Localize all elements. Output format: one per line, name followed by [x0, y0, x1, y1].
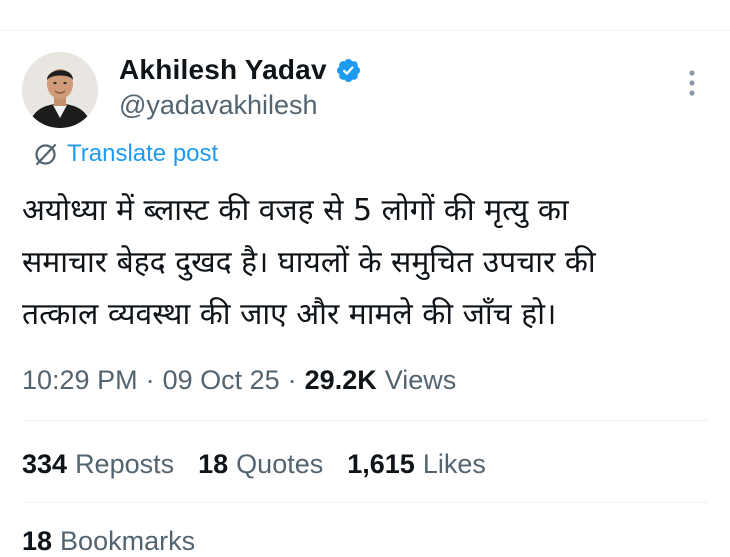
divider	[22, 502, 708, 503]
likes-count: 1,615	[347, 448, 415, 479]
meta-separator: ·	[145, 364, 155, 395]
reposts-label: Reposts	[75, 448, 175, 479]
profile-photo-icon	[22, 52, 98, 128]
divider	[22, 420, 708, 421]
views-count: 29.2K	[304, 364, 377, 395]
tweet-text-line: अयोध्या में ब्लास्ट की वजह से 5 लोगों की…	[22, 193, 569, 228]
reposts-stat[interactable]: 334 Reposts	[22, 449, 174, 480]
author-display-name[interactable]: Akhilesh Yadav	[119, 54, 327, 86]
reposts-count: 334	[22, 448, 68, 479]
verified-badge-icon	[336, 58, 360, 82]
avatar[interactable]	[22, 52, 98, 128]
likes-label: Likes	[422, 448, 486, 479]
tweet-text-line: तत्काल व्यवस्था की जाए और मामले की जाँच …	[22, 297, 557, 332]
tweet-date[interactable]: 09 Oct 25	[163, 365, 280, 396]
top-divider	[0, 30, 730, 31]
meta-separator: ·	[287, 364, 297, 395]
quotes-count: 18	[198, 448, 229, 479]
tweet-text-line: समाचार बेहद दुखद है। घायलों के समुचित उप…	[22, 245, 596, 280]
tweet-text: अयोध्या में ब्लास्ट की वजह से 5 लोगों की…	[22, 185, 712, 341]
bookmarks-count: 18	[22, 526, 53, 556]
author-name-row[interactable]: Akhilesh Yadav	[119, 52, 362, 88]
translate-post-label: Translate post	[67, 140, 219, 167]
quotes-stat[interactable]: 18 Quotes	[198, 449, 323, 480]
tweet-time[interactable]: 10:29 PM	[22, 365, 138, 396]
more-vertical-icon[interactable]	[684, 68, 700, 98]
likes-stat[interactable]: 1,615 Likes	[347, 449, 486, 480]
bookmarks-stat[interactable]: 18 Bookmarks	[22, 526, 195, 557]
globe-slash-icon	[35, 143, 57, 165]
engagement-stats: 334 Reposts 18 Quotes 1,615 Likes	[22, 444, 510, 484]
bookmarks-label: Bookmarks	[60, 526, 196, 556]
quotes-label: Quotes	[236, 448, 324, 479]
author-handle[interactable]: @yadavakhilesh	[119, 90, 318, 121]
views-label: Views	[384, 364, 457, 395]
translate-post-button[interactable]: Translate post	[32, 139, 218, 169]
tweet-meta: 10:29 PM · 09 Oct 25 · 29.2K Views	[22, 360, 456, 400]
